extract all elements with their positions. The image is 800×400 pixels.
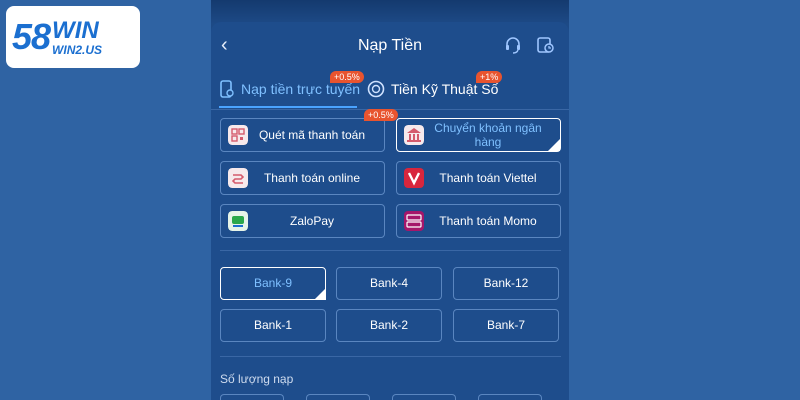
section-divider	[220, 250, 561, 251]
deposit-header: ‹ Nạp Tiền	[211, 22, 569, 70]
brand-logo: 58 WIN WIN2.US	[6, 6, 140, 68]
amount-label: Số lượng nạp	[220, 372, 294, 386]
tab-bonus-badge: +0.5%	[330, 71, 364, 83]
online-pay-icon	[228, 168, 248, 188]
bank-option[interactable]: Bank-4	[336, 267, 442, 300]
method-label: Chuyển khoản ngân hàng	[434, 121, 542, 149]
logo-win: WIN	[52, 16, 99, 44]
deposit-tabs: Nạp tiền trực tuyến +0.5% Tiền Kỹ Thuật …	[211, 70, 569, 110]
method-momo[interactable]: Thanh toán Momo	[396, 204, 561, 238]
selected-check-corner	[548, 139, 560, 151]
amount-option[interactable]	[306, 394, 370, 400]
zalopay-icon	[228, 211, 248, 231]
logo-number: 58	[12, 16, 51, 57]
method-bonus-badge: +0.5%	[364, 109, 398, 121]
method-qr[interactable]: Quét mã thanh toán	[220, 118, 385, 152]
amount-option[interactable]	[392, 394, 456, 400]
tab-bonus-badge: +1%	[476, 71, 503, 83]
bank-option[interactable]: Bank-12	[453, 267, 559, 300]
qr-icon	[228, 125, 248, 145]
phone-screen: ‹ Nạp Tiền Nạp tiền trực tuyến +0.5% Tiề…	[211, 0, 569, 400]
method-label: Thanh toán Momo	[439, 214, 537, 228]
method-label: Thanh toán online	[263, 171, 361, 185]
bank-icon	[404, 125, 424, 145]
method-label: ZaloPay	[289, 214, 335, 228]
method-viettel[interactable]: Thanh toán Viettel	[396, 161, 561, 195]
method-online-pay[interactable]: Thanh toán online	[220, 161, 385, 195]
amount-option[interactable]	[478, 394, 542, 400]
section-divider	[220, 356, 561, 357]
coin-icon	[367, 80, 385, 98]
support-icon[interactable]	[503, 35, 523, 55]
bank-option[interactable]: Bank-1	[220, 309, 326, 342]
method-label: Thanh toán Viettel	[439, 171, 537, 185]
active-tab-indicator	[219, 106, 357, 108]
method-bank-transfer[interactable]: Chuyển khoản ngân hàng	[396, 118, 561, 152]
amount-option[interactable]	[220, 394, 284, 400]
bank-option[interactable]: Bank-2	[336, 309, 442, 342]
momo-icon	[404, 211, 424, 231]
viettel-icon	[404, 168, 424, 188]
logo-domain: WIN2.US	[52, 42, 103, 57]
phone-icon	[220, 80, 234, 98]
selected-check-corner	[314, 288, 326, 300]
method-zalopay[interactable]: ZaloPay	[220, 204, 385, 238]
game-banner	[211, 0, 569, 24]
method-label: Quét mã thanh toán	[258, 128, 366, 142]
deposit-sheet: ‹ Nạp Tiền Nạp tiền trực tuyến +0.5% Tiề…	[211, 22, 569, 400]
tab-label: Nạp tiền trực tuyến	[241, 81, 361, 97]
bank-option[interactable]: Bank-9	[220, 267, 326, 300]
bank-option[interactable]: Bank-7	[453, 309, 559, 342]
history-icon[interactable]	[535, 35, 555, 55]
tab-label: Tiền Kỹ Thuật Số	[391, 81, 499, 97]
